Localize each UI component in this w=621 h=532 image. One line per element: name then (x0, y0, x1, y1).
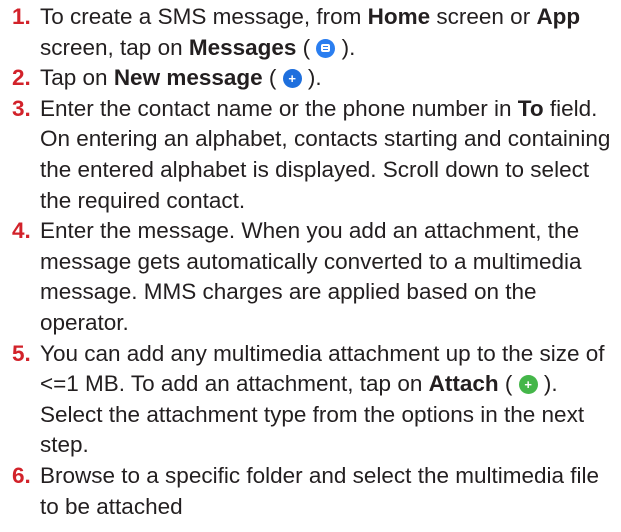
text: Browse to a specific folder and select t… (40, 462, 600, 519)
text: ( (296, 34, 317, 60)
emphasis-messages: Messages (188, 34, 297, 60)
text: screen, tap on (40, 34, 189, 60)
step-number: 6. (12, 462, 31, 488)
text: screen or (430, 4, 537, 29)
step-number: 2. (12, 65, 31, 91)
text: ( (498, 371, 519, 397)
step-text: Enter the message. When you add an attac… (40, 216, 621, 338)
step-text: To create a SMS message, from Home scree… (40, 2, 621, 63)
text: To create a SMS message, from (40, 4, 368, 29)
text: ). (301, 65, 322, 91)
text: Enter the contact name or the phone numb… (40, 95, 518, 121)
new-message-icon (282, 69, 302, 89)
step-text: Enter the contact name or the phone numb… (40, 94, 621, 216)
step-number: 1. (12, 4, 31, 29)
step-text: Tap on New message ( ). (40, 63, 621, 94)
step-5: 5. You can add any multimedia attachment… (12, 339, 621, 461)
messages-icon (316, 38, 336, 58)
emphasis-app: App (536, 4, 581, 29)
step-number: 5. (12, 340, 31, 366)
instruction-list: 1. To create a SMS message, from Home sc… (0, 0, 621, 522)
text: Enter the message. When you add an attac… (40, 218, 582, 335)
attach-icon (518, 375, 538, 395)
emphasis-attach: Attach (428, 371, 499, 397)
step-number: 3. (12, 95, 31, 121)
step-1: 1. To create a SMS message, from Home sc… (12, 2, 621, 63)
step-2: 2. Tap on New message ( ). (12, 63, 621, 94)
text: Tap on (40, 65, 114, 91)
text: ). (335, 34, 356, 60)
emphasis-to: To (517, 95, 544, 121)
step-6: 6. Browse to a specific folder and selec… (12, 461, 621, 522)
step-number: 4. (12, 218, 31, 244)
emphasis-new-message: New message (113, 65, 263, 91)
step-4: 4. Enter the message. When you add an at… (12, 216, 621, 338)
step-text: Browse to a specific folder and select t… (40, 461, 621, 522)
emphasis-home: Home (367, 4, 431, 29)
step-text: You can add any multimedia attachment up… (40, 339, 621, 461)
step-3: 3. Enter the contact name or the phone n… (12, 94, 621, 216)
text: ( (262, 65, 283, 91)
